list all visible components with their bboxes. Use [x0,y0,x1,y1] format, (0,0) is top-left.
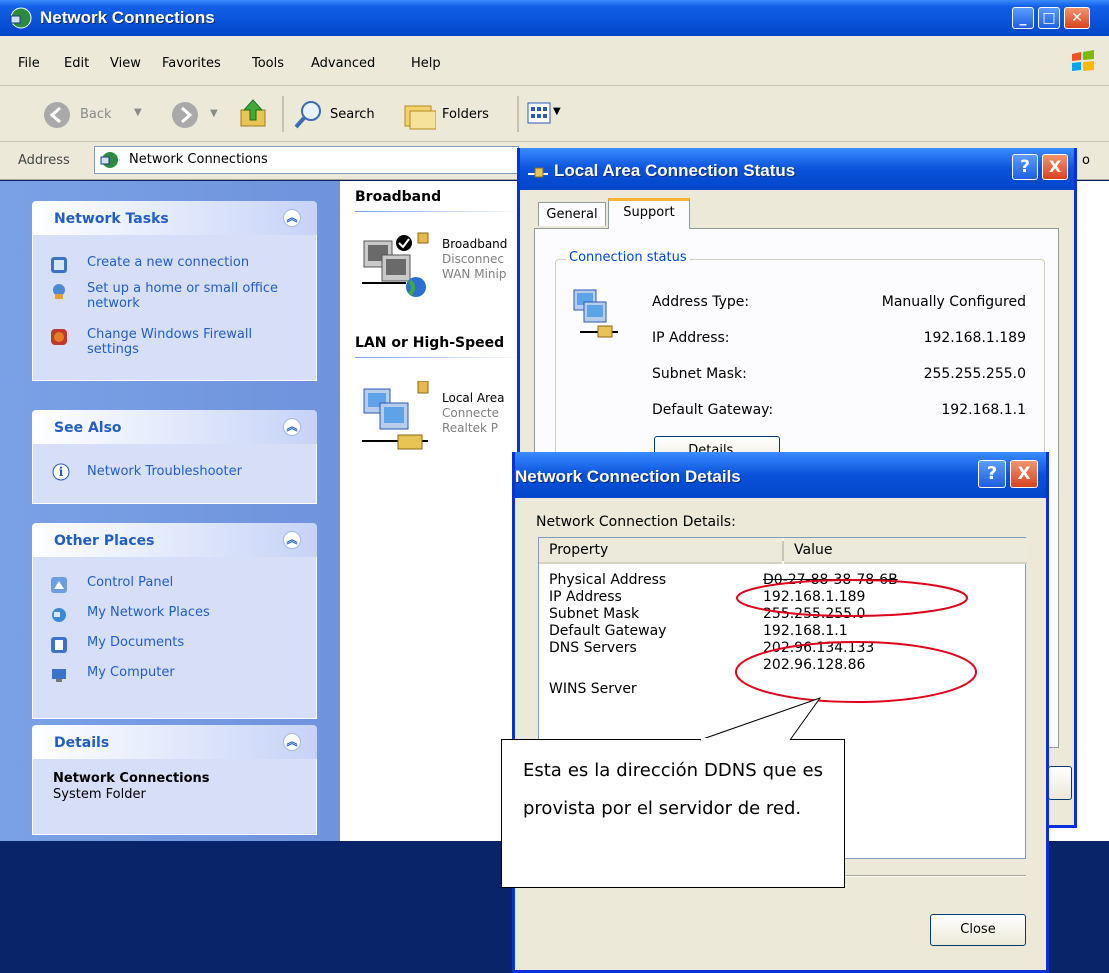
callout-pointer [699,697,822,742]
callout-text: Esta es la dirección DDNS que es provist… [523,760,823,819]
ip-highlight-ellipse [736,579,968,617]
tab-support[interactable]: Support [608,198,690,229]
dns-highlight-ellipse [735,641,977,703]
annotation-callout: Esta es la dirección DDNS que es provist… [501,739,845,888]
